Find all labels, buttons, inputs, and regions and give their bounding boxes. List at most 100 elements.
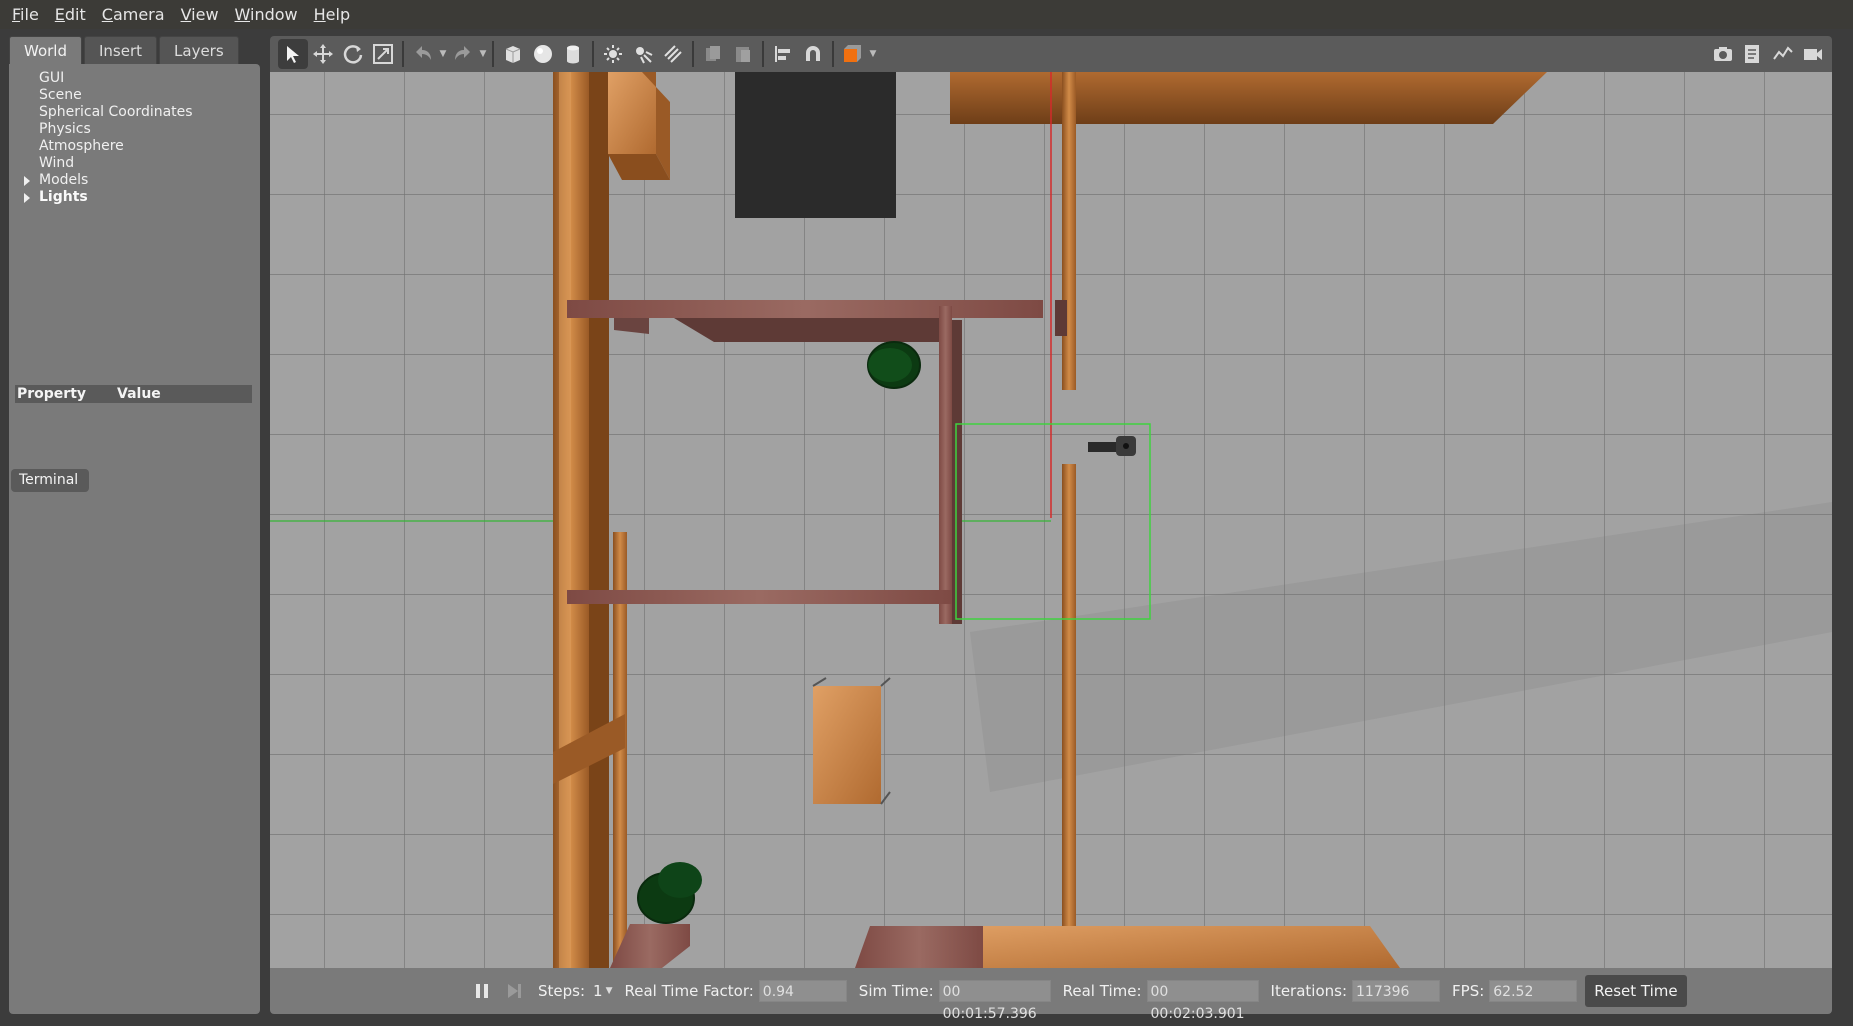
toolbar-separator — [492, 41, 494, 67]
tab-layers[interactable]: Layers — [159, 36, 239, 64]
iterations-label: Iterations: — [1270, 982, 1348, 1000]
pause-icon[interactable] — [470, 979, 494, 1003]
real-time-factor-label: Real Time Factor: — [624, 982, 754, 1000]
steps-dropdown-icon[interactable]: ▼ — [606, 986, 613, 996]
log-icon[interactable] — [1738, 39, 1768, 69]
wooden-box-top — [608, 72, 656, 154]
tree-item-label: Lights — [39, 189, 88, 205]
wooden-shelf-top — [950, 72, 1547, 124]
expand-arrow-icon[interactable] — [24, 193, 30, 203]
brick-shelf-upper — [567, 300, 1043, 318]
cylinder-icon[interactable] — [558, 39, 588, 69]
copy-icon[interactable] — [698, 39, 728, 69]
tab-insert[interactable]: Insert — [84, 36, 158, 64]
toolbar-right — [1708, 39, 1828, 69]
world-panel: GUI Scene Spherical Coordinates Physics … — [9, 64, 260, 1014]
robot-arm[interactable] — [1088, 442, 1116, 452]
point-light-icon[interactable] — [598, 39, 628, 69]
wooden-wall-left-side — [589, 72, 609, 968]
wooden-wall-left-highlight — [559, 72, 571, 968]
wooden-post-upper — [1062, 72, 1076, 390]
toolbar-separator — [592, 41, 594, 67]
tree-item-models[interactable]: Models — [9, 172, 260, 189]
plot-icon[interactable] — [1768, 39, 1798, 69]
tree-item-label: Models — [39, 172, 89, 188]
wooden-post-lower — [1062, 464, 1076, 954]
align-icon[interactable] — [768, 39, 798, 69]
screenshot-icon[interactable] — [1708, 39, 1738, 69]
select-arrow-icon[interactable] — [278, 39, 308, 69]
expand-arrow-icon[interactable] — [24, 176, 30, 186]
menu-help[interactable]: Help — [306, 0, 358, 29]
sim-time-label: Sim Time: — [858, 982, 934, 1000]
menu-view[interactable]: View — [173, 0, 227, 29]
toolbar-separator — [832, 41, 834, 67]
3d-viewport[interactable] — [270, 72, 1832, 968]
directional-light-icon[interactable] — [658, 39, 688, 69]
steps-label: Steps: — [538, 982, 586, 1000]
wooden-crate[interactable] — [813, 686, 881, 804]
steps-value[interactable]: 1 — [593, 982, 603, 1000]
spot-light-icon[interactable] — [628, 39, 658, 69]
real-time-factor-field: 0.94 — [758, 980, 847, 1002]
left-panel: World Insert Layers GUI Scene Spherical … — [9, 36, 260, 1014]
undo-icon[interactable] — [408, 39, 438, 69]
real-time-field: 00 00:02:03.901 — [1146, 980, 1259, 1022]
tab-world[interactable]: World — [9, 36, 82, 64]
brick-post-side — [952, 320, 962, 624]
dark-block-model — [735, 72, 896, 218]
toolbar-separator — [692, 41, 694, 67]
video-icon[interactable] — [1798, 39, 1828, 69]
property-table-header: Property Value — [15, 385, 252, 403]
value-column-header: Value — [117, 386, 161, 402]
brick-post — [939, 306, 952, 624]
step-forward-icon[interactable] — [502, 979, 526, 1003]
menu-file[interactable]: File — [4, 0, 47, 29]
iterations-field: 117396 — [1352, 980, 1441, 1002]
sphere-icon[interactable] — [528, 39, 558, 69]
wooden-post-joint — [1055, 300, 1067, 336]
simulation-status-bar: Steps: 1 ▼ Real Time Factor: 0.94 Sim Ti… — [270, 968, 1832, 1022]
paste-icon[interactable] — [728, 39, 758, 69]
view-angle-dropdown-icon[interactable]: ▼ — [868, 49, 878, 59]
wooden-floor-bottom — [935, 926, 1400, 968]
world-tree: GUI Scene Spherical Coordinates Physics … — [9, 70, 260, 206]
tree-item-spherical-coordinates[interactable]: Spherical Coordinates — [9, 104, 260, 121]
fps-field: 62.52 — [1489, 980, 1578, 1002]
tree-item-wind[interactable]: Wind — [9, 155, 260, 172]
sim-time-field: 00 00:01:57.396 — [938, 980, 1051, 1022]
rotate-icon[interactable] — [338, 39, 368, 69]
reset-time-button[interactable]: Reset Time — [1585, 975, 1687, 1007]
scene-render — [270, 72, 1832, 968]
robot-sensor — [1123, 443, 1129, 449]
tree-item-scene[interactable]: Scene — [9, 87, 260, 104]
redo-history-dropdown-icon[interactable]: ▼ — [478, 49, 488, 59]
view-angle-icon[interactable] — [838, 39, 868, 69]
scale-icon[interactable] — [368, 39, 398, 69]
tree-item-atmosphere[interactable]: Atmosphere — [9, 138, 260, 155]
menu-camera[interactable]: Camera — [94, 0, 173, 29]
green-cylinder-lower-back — [658, 862, 702, 898]
real-time-label: Real Time: — [1062, 982, 1142, 1000]
property-column-header: Property — [17, 386, 87, 402]
undo-history-dropdown-icon[interactable]: ▼ — [438, 49, 448, 59]
menu-window[interactable]: Window — [227, 0, 306, 29]
brick-floor-bottom — [855, 926, 983, 968]
fps-label: FPS: — [1452, 982, 1485, 1000]
box-icon[interactable] — [498, 39, 528, 69]
tree-item-lights[interactable]: Lights — [9, 189, 260, 206]
brick-shelf-lower — [567, 590, 952, 604]
panel-tabs: World Insert Layers — [9, 36, 241, 64]
toolbar-separator — [762, 41, 764, 67]
toolbar: ▼ ▼ ▼ — [270, 36, 1832, 72]
snap-icon[interactable] — [798, 39, 828, 69]
menu-edit[interactable]: Edit — [47, 0, 94, 29]
brick-shelf-upper-side — [674, 318, 946, 342]
tree-item-physics[interactable]: Physics — [9, 121, 260, 138]
green-cylinder-upper-top — [868, 348, 912, 382]
terminal-button[interactable]: Terminal — [11, 469, 89, 492]
menu-bar: File Edit Camera View Window Help — [0, 0, 1853, 29]
tree-item-gui[interactable]: GUI — [9, 70, 260, 87]
redo-icon[interactable] — [448, 39, 478, 69]
translate-icon[interactable] — [308, 39, 338, 69]
